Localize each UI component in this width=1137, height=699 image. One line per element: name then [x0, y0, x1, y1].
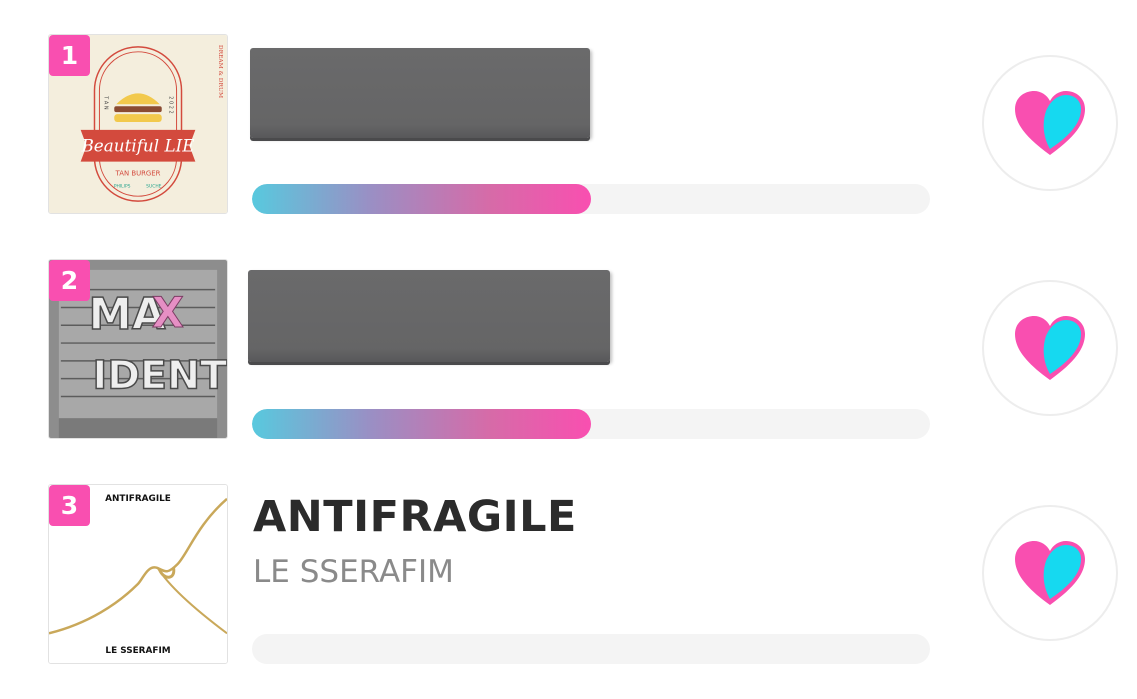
rank-badge: 3 — [49, 485, 90, 526]
vote-bar-fill — [252, 184, 591, 214]
redacted-title-block — [248, 270, 610, 362]
vote-bar-track — [252, 184, 930, 214]
cover-text-1: Beautiful LIE — [80, 136, 194, 156]
cover-text-7: SUCHE — [146, 183, 161, 189]
vote-heart-button[interactable] — [982, 280, 1118, 416]
rank-badge: 2 — [49, 260, 90, 301]
vote-bar-track — [252, 409, 930, 439]
cover-text-6: PHILIPS — [114, 183, 131, 189]
cover-text-3: DREAM & DRUM — [217, 45, 224, 98]
redacted-title-block — [250, 48, 590, 138]
song-artist: LE SSERAFIM — [253, 554, 454, 590]
cover-text-2: X — [152, 288, 184, 337]
heart-icon — [1015, 541, 1085, 605]
cover-text-3: IDENT — [93, 353, 227, 399]
vote-heart-button[interactable] — [982, 55, 1118, 191]
cover-text-1: ANTIFRAGILE — [105, 494, 171, 504]
ranking-row-2: MA X IDENT 2 — [0, 225, 1137, 450]
vote-bar-track — [252, 634, 930, 664]
vote-bar-fill — [252, 409, 591, 439]
cover-text-2: LE SSERAFIM — [105, 646, 170, 656]
cover-text-2: TAN BURGER — [115, 169, 161, 177]
cover-text-4: T A N — [102, 95, 108, 110]
heart-icon — [1015, 316, 1085, 380]
rank-badge: 1 — [49, 35, 90, 76]
heart-icon — [1015, 91, 1085, 155]
vote-heart-button[interactable] — [982, 505, 1118, 641]
cover-text-5: 2 0 2 2 — [168, 96, 174, 113]
ranking-row-3: ANTIFRAGILE LE SSERAFIM 3 ANTIFRAGILE LE… — [0, 450, 1137, 675]
song-title: ANTIFRAGILE — [253, 492, 577, 542]
ranking-row-1: Beautiful LIE TAN BURGER DREAM & DRUM T … — [0, 0, 1137, 225]
